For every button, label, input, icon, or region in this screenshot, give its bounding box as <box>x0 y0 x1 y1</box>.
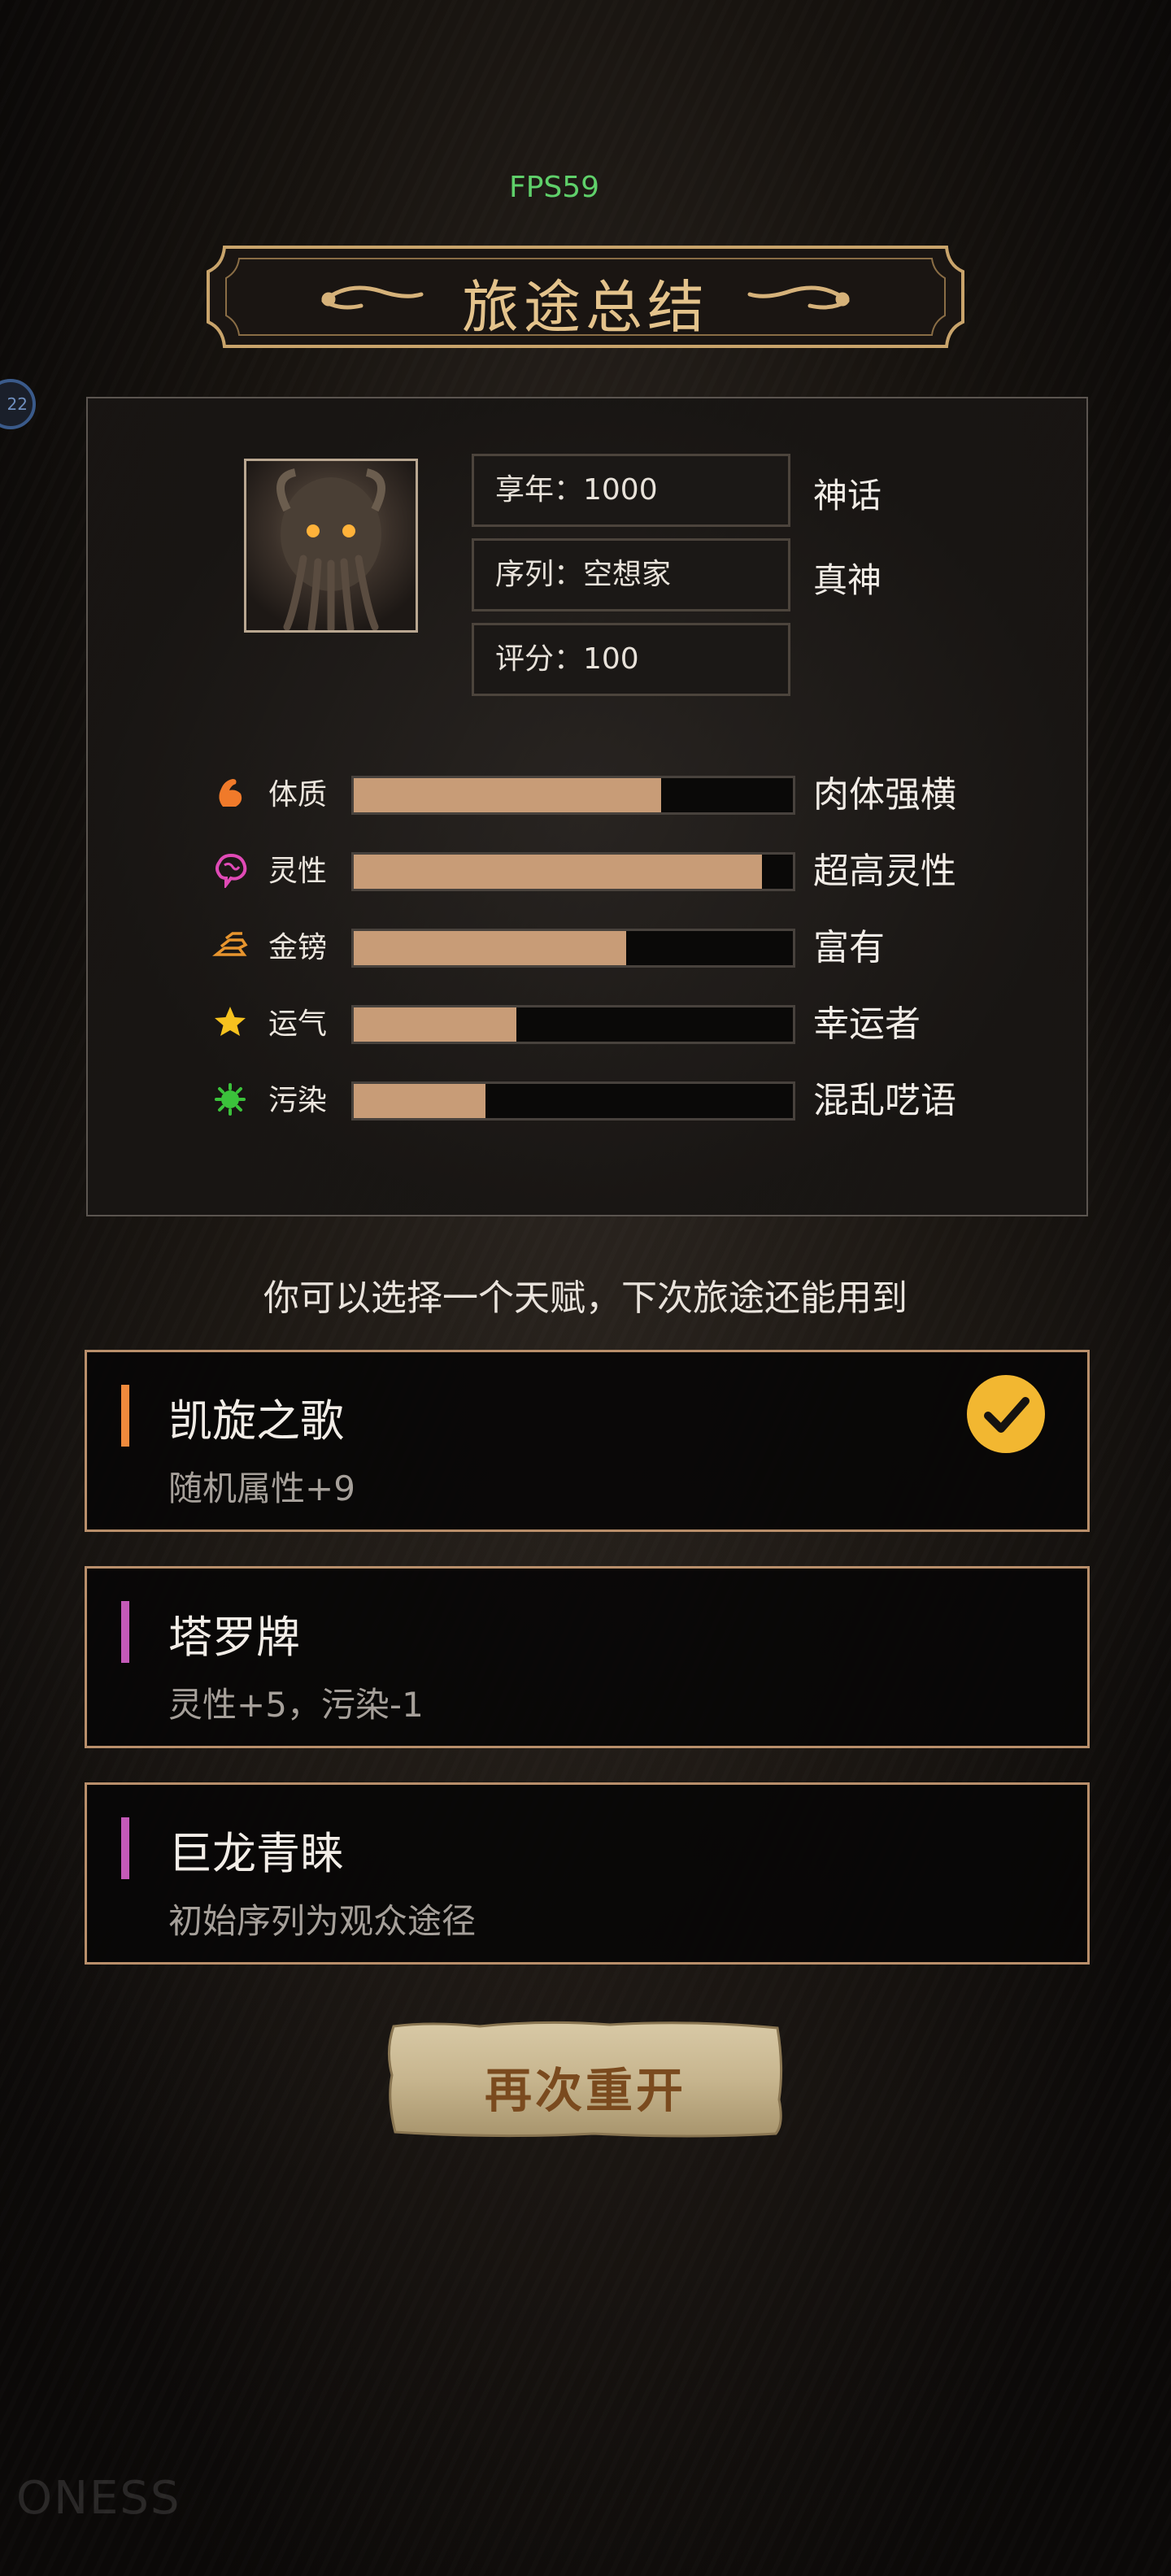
talent-prompt: 你可以选择一个天赋，下次旅途还能用到 <box>263 1277 908 1319</box>
talent-title: 巨龙青睐 <box>168 1828 344 1879</box>
stat-bar-fill <box>354 931 626 965</box>
stat-label: 体质 <box>268 778 328 812</box>
stat-bar <box>351 1005 795 1044</box>
fps-counter: FPS59 <box>509 171 600 204</box>
selected-check-icon <box>967 1375 1045 1453</box>
stat-row-pollution: 污染 混乱呓语 <box>88 1080 1090 1122</box>
gold-bars-icon <box>212 932 248 956</box>
talent-title: 凯旋之歌 <box>168 1395 344 1447</box>
background-watermark: ONESS <box>16 2472 181 2525</box>
stat-row-spirituality: 灵性 超高灵性 <box>88 851 1090 893</box>
banner-title: 旅途总结 <box>462 274 709 341</box>
stat-tag: 幸运者 <box>813 1003 921 1045</box>
stat-tag: 超高灵性 <box>813 851 956 892</box>
score-field: 评分：100 <box>472 623 790 696</box>
stat-tag: 肉体强横 <box>813 774 956 816</box>
age-field: 享年：1000 <box>472 454 790 527</box>
virus-icon <box>215 1083 246 1116</box>
title-banner: 旅途总结 <box>202 241 969 353</box>
stat-bar <box>351 929 795 968</box>
star-icon <box>215 1007 246 1036</box>
talent-description: 初始序列为观众途径 <box>168 1901 477 1941</box>
stat-label: 灵性 <box>268 855 328 888</box>
muscle-icon <box>219 779 242 807</box>
stat-tag: 混乱呓语 <box>813 1080 956 1121</box>
character-portrait <box>244 459 418 633</box>
brain-icon <box>215 853 247 888</box>
sequence-field: 序列：空想家 <box>472 538 790 611</box>
stat-bar <box>351 776 795 815</box>
stat-row-pounds: 金镑 富有 <box>88 927 1090 969</box>
floating-assist-button[interactable]: 22 <box>0 379 36 429</box>
stat-bar-fill <box>354 1084 485 1118</box>
talent-description: 灵性+5，污染-1 <box>168 1685 424 1725</box>
summary-panel: 享年：1000 神话 序列：空想家 真神 评分：100 体质 肉体强横 灵性 超… <box>86 397 1088 1216</box>
stat-label: 污染 <box>268 1084 328 1117</box>
restart-button[interactable]: 再次重开 <box>382 2018 789 2140</box>
stat-bar-fill <box>354 855 763 889</box>
tentacle-face-icon <box>276 468 385 630</box>
stat-bar-fill <box>354 1007 516 1042</box>
talent-card-triumph-song[interactable]: 凯旋之歌 随机属性+9 <box>85 1350 1090 1532</box>
stat-bar-fill <box>354 778 661 812</box>
card-accent-bar <box>121 1601 129 1663</box>
stat-label: 运气 <box>268 1007 328 1041</box>
card-accent-bar <box>121 1817 129 1879</box>
talent-description: 随机属性+9 <box>168 1469 355 1508</box>
age-rank-tag: 神话 <box>813 476 882 516</box>
talent-card-dragon-favor[interactable]: 巨龙青睐 初始序列为观众途径 <box>85 1782 1090 1965</box>
screen: FPS59 22 旅途总结 享年：1000 神话 序列：空想家 真神 评分：10… <box>0 0 1171 2576</box>
sequence-rank-tag: 真神 <box>813 560 882 600</box>
stat-bar <box>351 1081 795 1120</box>
restart-label: 再次重开 <box>484 2063 686 2118</box>
stat-row-luck: 运气 幸运者 <box>88 1003 1090 1046</box>
talent-card-tarot[interactable]: 塔罗牌 灵性+5，污染-1 <box>85 1566 1090 1748</box>
stat-tag: 富有 <box>813 927 885 968</box>
stat-row-constitution: 体质 肉体强横 <box>88 774 1090 816</box>
stat-label: 金镑 <box>268 931 328 964</box>
card-accent-bar <box>121 1385 129 1447</box>
talent-title: 塔罗牌 <box>168 1612 300 1663</box>
stat-bar <box>351 852 795 891</box>
